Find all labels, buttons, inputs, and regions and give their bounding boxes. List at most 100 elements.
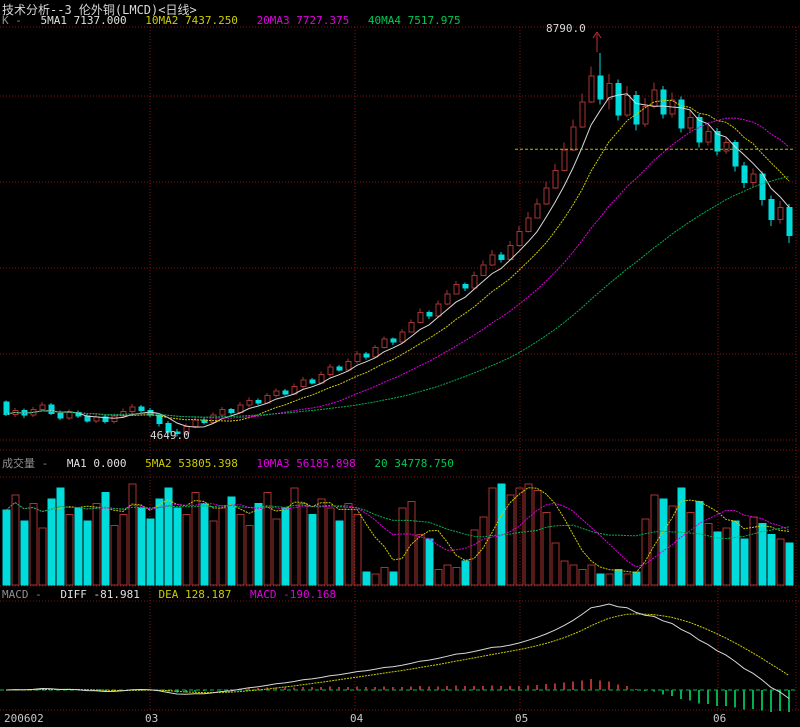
axis-month-label: 03 xyxy=(145,712,158,725)
candle-body xyxy=(490,255,495,265)
candle-body xyxy=(373,348,378,357)
volume-bar xyxy=(687,512,694,585)
candle-body xyxy=(49,405,54,413)
candle xyxy=(544,182,549,205)
volume-bar xyxy=(570,565,577,585)
volume-bar xyxy=(714,532,721,585)
candle xyxy=(364,352,369,359)
volume-bar xyxy=(723,528,730,585)
candle xyxy=(787,204,792,243)
candle xyxy=(769,196,774,227)
volume-bar xyxy=(75,508,82,585)
candle xyxy=(463,283,468,291)
candle xyxy=(274,388,279,397)
volume-bar xyxy=(561,561,568,585)
candle-body xyxy=(706,132,711,142)
volume-bar xyxy=(651,495,658,585)
volume-bar xyxy=(138,508,145,585)
volume-bar xyxy=(291,488,298,585)
candle xyxy=(490,250,495,266)
volume-bar xyxy=(435,570,442,585)
axis-month-label: 04 xyxy=(350,712,363,725)
candle-body xyxy=(418,312,423,322)
dea-value: DEA 128.187 xyxy=(158,588,231,601)
candle xyxy=(427,310,432,318)
candle-body xyxy=(283,391,288,394)
candle xyxy=(400,329,405,343)
volume-bar xyxy=(21,521,28,585)
candle xyxy=(328,364,333,376)
candle-body xyxy=(679,100,684,128)
candle-body xyxy=(535,204,540,218)
volume-bar xyxy=(615,570,622,585)
volume-bar xyxy=(345,504,352,585)
volume-bar xyxy=(165,488,172,585)
low-price-label: 4649.0 xyxy=(150,429,190,442)
candle xyxy=(229,408,234,414)
candle xyxy=(562,143,567,172)
volume-bar xyxy=(426,539,433,585)
volume-bar xyxy=(579,570,586,585)
diff-line xyxy=(6,604,789,699)
candle-body xyxy=(301,380,306,386)
candle-body xyxy=(67,412,72,418)
candle-body xyxy=(436,304,441,316)
candle-body xyxy=(571,127,576,150)
ma40-line xyxy=(6,177,789,418)
candle xyxy=(85,413,90,422)
candle xyxy=(247,398,252,407)
axis-month-label: 200602 xyxy=(4,712,44,725)
volume-bar xyxy=(147,519,154,585)
candle xyxy=(499,252,504,262)
candle xyxy=(553,164,558,189)
volume-ma5-line xyxy=(6,488,789,573)
candle-body xyxy=(616,83,621,115)
candle-body xyxy=(274,391,279,396)
candle xyxy=(409,320,414,333)
technical-analysis-window: 技术分析--3 伦外铜(LMCD)<日线> K - 5MA1 7137.000 … xyxy=(0,0,800,727)
candle xyxy=(643,98,648,127)
candle-body xyxy=(247,400,252,405)
indicator-row-macd: MACD - DIFF -81.981 DEA 128.187 MACD -19… xyxy=(2,588,348,601)
volume-bar xyxy=(228,497,235,585)
candlesticks xyxy=(4,53,792,437)
candle xyxy=(670,93,675,118)
candle xyxy=(571,120,576,152)
candle xyxy=(517,226,522,246)
candle xyxy=(580,94,585,128)
candle xyxy=(94,414,99,423)
volume-ma20-value: 20 34778.750 xyxy=(374,457,453,470)
volume-ma10-line xyxy=(6,503,789,567)
volume-bar xyxy=(453,567,460,585)
peak-marker-icon xyxy=(593,32,601,52)
candle xyxy=(535,198,540,218)
candle-body xyxy=(445,294,450,304)
candle xyxy=(778,201,783,223)
volume-bar xyxy=(210,521,217,585)
candle xyxy=(751,169,756,187)
candle-body xyxy=(760,174,765,199)
candle-body xyxy=(598,76,603,99)
volume-bar xyxy=(660,499,667,585)
volume-bar xyxy=(102,493,109,585)
candle-body xyxy=(400,332,405,342)
candle xyxy=(661,86,666,118)
candle xyxy=(598,53,603,105)
candle xyxy=(706,125,711,145)
volume-bar xyxy=(390,572,397,585)
candle-body xyxy=(778,208,783,220)
candle xyxy=(301,377,306,388)
candle xyxy=(454,281,459,295)
volume-bar xyxy=(39,528,46,585)
volume-bar xyxy=(93,504,100,585)
candle-body xyxy=(787,208,792,236)
volume-bar xyxy=(282,508,289,585)
volume-bar xyxy=(525,484,532,585)
volume-bar xyxy=(84,521,91,585)
candle xyxy=(607,74,612,109)
volume-bar xyxy=(768,534,775,585)
volume-bar xyxy=(174,508,181,585)
candle-body xyxy=(220,410,225,416)
volume-bar xyxy=(444,565,451,585)
candle-body xyxy=(463,285,468,289)
